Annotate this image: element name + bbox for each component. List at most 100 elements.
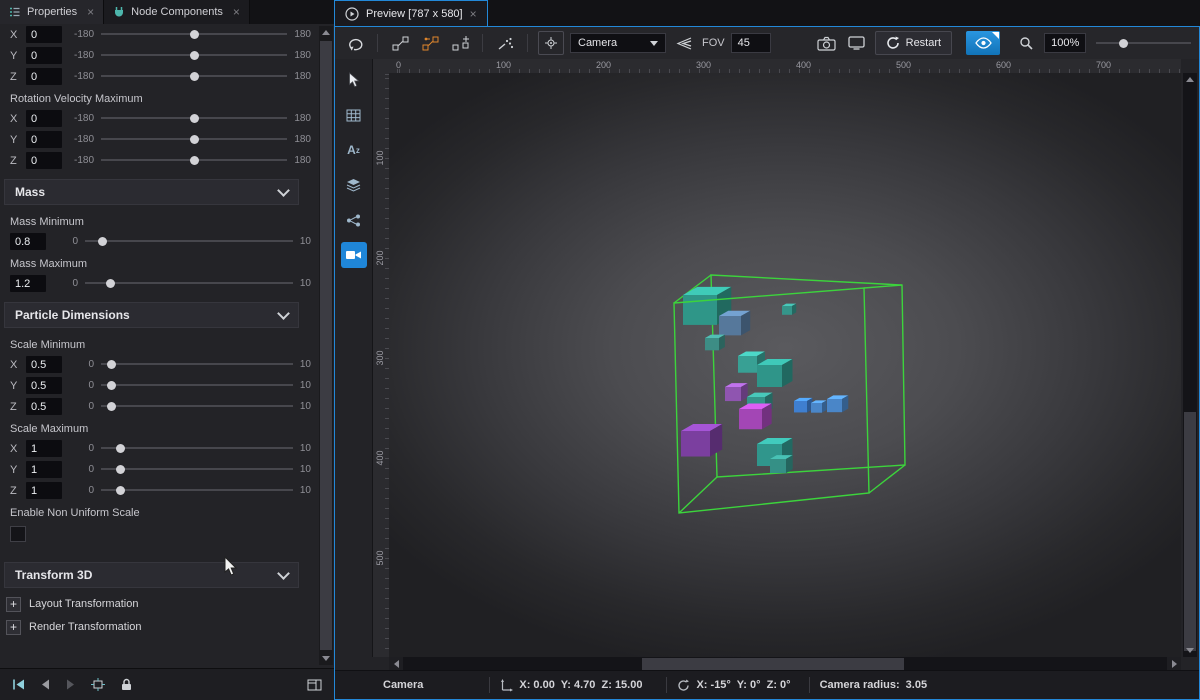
value-input[interactable]: 0 (26, 68, 62, 85)
scroll-right-arrow[interactable] (1167, 657, 1181, 671)
slider[interactable] (101, 400, 293, 413)
value-input[interactable]: 0.5 (26, 398, 62, 415)
max-label: 10 (300, 380, 311, 391)
camera-select[interactable]: Camera (570, 33, 666, 53)
move-node-tool-icon[interactable] (388, 31, 412, 55)
emitter-tool-icon[interactable] (493, 31, 517, 55)
first-frame-icon[interactable] (12, 679, 25, 690)
dock-layout-icon[interactable] (307, 679, 322, 691)
max-label: 10 (300, 464, 311, 475)
camera-mode-icon[interactable] (341, 242, 367, 268)
slider[interactable] (101, 379, 293, 392)
ruler-tick-label: 400 (796, 60, 811, 70)
scroll-left-arrow[interactable] (389, 657, 403, 671)
enable-non-uniform-scale-checkbox[interactable] (10, 526, 26, 542)
mass-section-header[interactable]: Mass (4, 179, 299, 205)
orbit-tool-icon[interactable] (343, 31, 367, 55)
transform-3d-section-header[interactable]: Transform 3D (4, 562, 299, 588)
close-icon[interactable]: × (470, 7, 477, 21)
section-title: Transform 3D (15, 568, 92, 582)
scale-minimum-label: Scale Minimum (0, 333, 317, 354)
value-input[interactable]: 0.8 (10, 233, 46, 250)
zoom-slider[interactable] (1096, 37, 1191, 50)
value-input[interactable]: 0 (26, 131, 62, 148)
slider[interactable] (101, 70, 287, 83)
value-input[interactable]: 1 (26, 440, 62, 457)
value-input[interactable]: 0 (26, 26, 62, 43)
slider[interactable] (101, 112, 287, 125)
slider[interactable] (101, 484, 293, 497)
section-title: Mass (15, 185, 45, 199)
slider[interactable] (101, 358, 293, 371)
value-input[interactable]: 0.5 (26, 377, 62, 394)
zoom-level-input[interactable]: 100% (1044, 33, 1086, 53)
grid-view-icon[interactable] (341, 102, 367, 128)
value-input[interactable]: 1 (26, 482, 62, 499)
next-frame-icon[interactable] (66, 679, 75, 690)
slider[interactable] (101, 133, 287, 146)
slider[interactable] (101, 463, 293, 476)
slider[interactable] (101, 442, 293, 455)
particle-dimensions-section-header[interactable]: Particle Dimensions (4, 302, 299, 328)
close-icon[interactable]: × (233, 5, 240, 19)
slider[interactable] (85, 235, 293, 248)
lock-icon[interactable] (121, 678, 132, 691)
viewport-vertical-scrollbar[interactable] (1183, 73, 1197, 657)
share-nodes-icon[interactable] (341, 207, 367, 233)
slider[interactable] (101, 28, 287, 41)
snap-grid-icon[interactable] (91, 678, 105, 691)
value-input[interactable]: 1 (26, 461, 62, 478)
tab-node-components[interactable]: Node Components × (104, 0, 250, 24)
scene-canvas (389, 73, 1181, 657)
slider[interactable] (101, 154, 287, 167)
zoom-search-icon (1014, 31, 1038, 55)
scroll-up-arrow[interactable] (1183, 73, 1197, 86)
tab-preview[interactable]: Preview [787 x 580] × (334, 0, 488, 26)
value-input[interactable]: 0 (26, 152, 62, 169)
value-input[interactable]: 0 (26, 110, 62, 127)
render-transformation-button[interactable]: + Render Transformation (2, 616, 299, 638)
focus-selected-button[interactable] (538, 31, 564, 55)
scale-min-y-row: Y 0.5 0 10 (0, 375, 317, 396)
tab-properties[interactable]: Properties × (0, 0, 104, 24)
viewport-horizontal-scrollbar[interactable] (389, 657, 1181, 671)
scroll-down-arrow[interactable] (319, 652, 333, 665)
preview-tab-bar: Preview [787 x 580] × (334, 0, 1200, 26)
scroll-down-arrow[interactable] (1183, 644, 1197, 657)
axis-label: Y (10, 380, 19, 392)
3d-viewport[interactable] (389, 73, 1181, 657)
layers-icon[interactable] (341, 172, 367, 198)
ruler-tick-label: 300 (696, 60, 711, 70)
text-tool-icon[interactable]: Az (341, 137, 367, 163)
plus-icon[interactable]: + (6, 597, 21, 612)
scrollbar-thumb[interactable] (320, 41, 332, 650)
value-input[interactable]: 1.2 (10, 275, 46, 292)
camera-position-value: X: 0.00 Y: 4.70 Z: 15.00 (519, 679, 642, 691)
attach-node-tool-icon[interactable] (418, 31, 442, 55)
scroll-up-arrow[interactable] (319, 26, 333, 39)
min-label: -180 (69, 113, 94, 124)
axis-label: Z (10, 71, 19, 83)
plus-icon[interactable]: + (6, 620, 21, 635)
value-input[interactable]: 0.5 (26, 356, 62, 373)
value-input[interactable]: 0 (26, 47, 62, 64)
scrollbar-thumb[interactable] (642, 658, 903, 670)
close-icon[interactable]: × (87, 5, 94, 19)
layout-transformation-button[interactable]: + Layout Transformation (2, 593, 299, 615)
slider[interactable] (101, 49, 287, 62)
slider[interactable] (85, 277, 293, 290)
restart-label: Restart (906, 37, 941, 49)
scrollbar-thumb[interactable] (1184, 412, 1196, 651)
ruler-tick-label: 200 (375, 246, 385, 270)
camera-rotation-value: X: -15° Y: 0° Z: 0° (696, 679, 790, 691)
fov-input[interactable]: 45 (731, 33, 771, 53)
restart-button[interactable]: Restart (875, 31, 952, 55)
fov-label: FOV (702, 37, 725, 49)
select-cursor-icon[interactable] (341, 67, 367, 93)
add-node-tool-icon[interactable] (448, 31, 472, 55)
left-panel-scrollbar[interactable] (319, 26, 333, 665)
prev-frame-icon[interactable] (41, 679, 50, 690)
snapshot-camera-icon[interactable] (815, 31, 839, 55)
preview-eye-toggle[interactable] (966, 31, 1000, 55)
external-screen-icon[interactable] (845, 31, 869, 55)
